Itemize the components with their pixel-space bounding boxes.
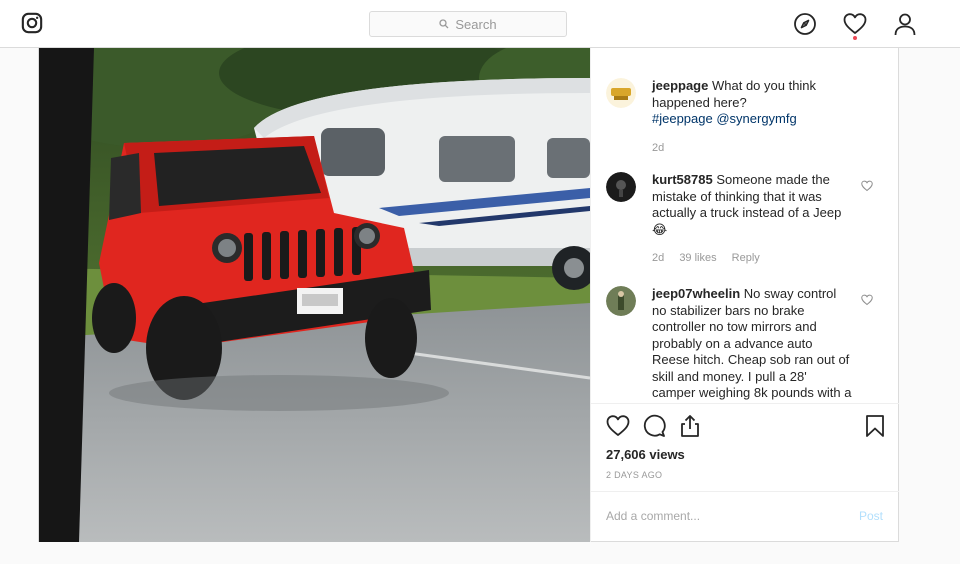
user-icon[interactable] — [893, 12, 917, 36]
bookmark-icon[interactable] — [863, 414, 887, 438]
kurt-avatar-icon — [606, 172, 636, 202]
search-placeholder: Search — [455, 16, 497, 32]
view-count[interactable]: 27,606 views — [606, 447, 685, 462]
comment-time: 2d — [652, 252, 665, 264]
jeep07wheelin-avatar-icon — [606, 286, 636, 316]
reply-button[interactable]: Reply — [732, 252, 760, 264]
caption-meta: 2d — [652, 142, 676, 154]
add-comment-input[interactable]: Add a comment... — [606, 509, 700, 523]
speech-bubble-icon[interactable] — [642, 414, 666, 438]
caption-time: 2d — [652, 142, 665, 154]
comment-like-heart-icon[interactable] — [861, 180, 873, 192]
comment-username[interactable]: kurt58785 — [652, 172, 713, 187]
instagram-logo-icon[interactable] — [21, 12, 43, 34]
heart-icon[interactable] — [843, 12, 867, 36]
caption-username[interactable]: jeeppage — [652, 78, 708, 93]
top-navigation-bar: Search — [0, 0, 960, 48]
comments-list: jeeppage What do you think happened here… — [591, 48, 899, 403]
like-heart-icon[interactable] — [606, 414, 630, 438]
search-box[interactable]: Search — [369, 11, 567, 37]
caption-tags[interactable]: #jeeppage @synergymfg — [652, 111, 797, 126]
comment-emoji: 😂 — [652, 221, 668, 237]
avatar[interactable] — [606, 172, 636, 202]
comment-username[interactable]: jeep07wheelin — [652, 286, 740, 301]
comment-meta: 2d 39 likes Reply — [652, 252, 772, 264]
video-frame — [39, 48, 590, 542]
share-icon[interactable] — [678, 414, 702, 438]
post-video[interactable] — [39, 48, 590, 542]
notification-dot — [853, 36, 857, 40]
post-actions: 27,606 views 2 DAYS AGO — [591, 403, 899, 491]
compass-icon[interactable] — [793, 12, 817, 36]
comment-like-heart-icon[interactable] — [861, 294, 873, 306]
post-card: jeeppage What do you think happened here… — [38, 48, 899, 542]
post-age: 2 DAYS AGO — [606, 470, 663, 480]
post-side-panel: jeeppage What do you think happened here… — [590, 48, 899, 542]
comment-likes[interactable]: 39 likes — [679, 252, 716, 264]
avatar[interactable] — [606, 78, 636, 108]
post-comment-button[interactable]: Post — [859, 509, 883, 523]
jeeppage-avatar-icon — [606, 78, 636, 108]
add-comment-bar: Add a comment... Post — [591, 491, 899, 542]
search-icon — [439, 19, 449, 29]
comment-text: No sway control no stabilizer bars no br… — [652, 286, 852, 403]
avatar[interactable] — [606, 286, 636, 316]
